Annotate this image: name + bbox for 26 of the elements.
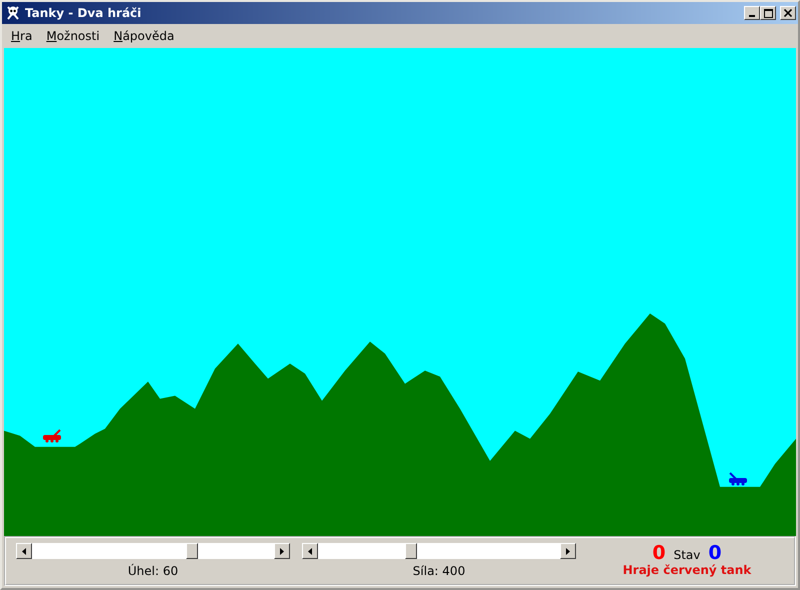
minimize-button[interactable] xyxy=(744,6,760,20)
player-score: 0 xyxy=(708,543,722,563)
window-title: Tanky - Dva hráči xyxy=(25,6,142,20)
scroll-right-button[interactable] xyxy=(560,543,576,559)
player-score: 0 xyxy=(652,543,666,563)
menu-item[interactable]: Hra xyxy=(4,27,40,45)
close-icon xyxy=(784,9,792,17)
scroll-left-button[interactable] xyxy=(16,543,32,559)
right-arrow-icon xyxy=(280,548,284,554)
left-arrow-icon xyxy=(22,548,26,554)
skull-icon xyxy=(5,5,21,21)
slider-thumb[interactable] xyxy=(186,543,198,559)
slider-thumb[interactable] xyxy=(405,543,418,559)
menu-item[interactable]: Možnosti xyxy=(39,27,107,45)
right-arrow-icon xyxy=(566,548,570,554)
slider-label: Síla: 400 xyxy=(412,564,466,578)
close-button[interactable] xyxy=(780,6,796,20)
score-label: Stav xyxy=(674,548,700,562)
scroll-right-button[interactable] xyxy=(274,543,290,559)
turn-status: Hraje červený tank xyxy=(622,563,752,577)
menu-item[interactable]: Nápověda xyxy=(106,27,182,45)
slider-label: Úhel: 60 xyxy=(128,564,178,578)
left-arrow-icon xyxy=(308,548,312,554)
maximize-button[interactable] xyxy=(760,6,776,20)
scroll-left-button[interactable] xyxy=(302,543,318,559)
maximize-icon xyxy=(764,8,772,18)
